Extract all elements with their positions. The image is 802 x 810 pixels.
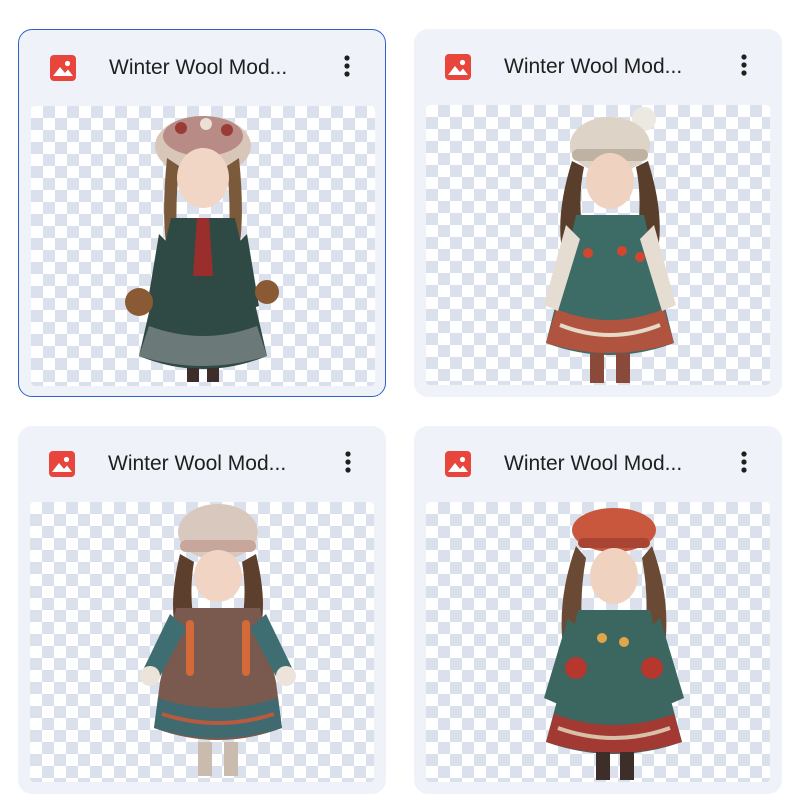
doll-figure [544, 107, 676, 383]
more-vert-icon [741, 54, 747, 76]
more-vert-icon [741, 451, 747, 473]
more-options-button[interactable] [330, 444, 366, 480]
file-card-header: Winter Wool Mod... [18, 426, 386, 502]
more-options-button[interactable] [329, 48, 365, 84]
image-file-icon [445, 451, 471, 477]
image-file-icon [49, 451, 75, 477]
image-file-icon [50, 55, 76, 81]
file-card[interactable]: Winter Wool Mod... [18, 426, 386, 794]
image-thumbnail[interactable] [426, 502, 770, 782]
file-card[interactable]: Winter Wool Mod... [414, 29, 782, 397]
file-card[interactable]: Winter Wool Mod... [414, 426, 782, 794]
image-thumbnail[interactable] [30, 502, 374, 782]
image-thumbnail[interactable] [31, 106, 375, 386]
file-grid: Winter Wool Mod... Winter Wool Mod... Wi… [0, 0, 802, 810]
file-title[interactable]: Winter Wool Mod... [504, 53, 714, 81]
doll-figure [544, 508, 684, 780]
image-thumbnail[interactable] [426, 105, 770, 385]
more-options-button[interactable] [726, 444, 762, 480]
more-vert-icon [345, 451, 351, 473]
file-card[interactable]: Winter Wool Mod... [18, 29, 386, 397]
file-card-header: Winter Wool Mod... [414, 29, 782, 105]
file-title[interactable]: Winter Wool Mod... [109, 54, 319, 82]
doll-figure [125, 116, 279, 382]
file-title[interactable]: Winter Wool Mod... [504, 450, 714, 478]
doll-figure [140, 504, 296, 776]
more-options-button[interactable] [726, 47, 762, 83]
more-vert-icon [344, 55, 350, 77]
file-card-header: Winter Wool Mod... [414, 426, 782, 502]
file-title[interactable]: Winter Wool Mod... [108, 450, 318, 478]
image-file-icon [445, 54, 471, 80]
file-card-header: Winter Wool Mod... [19, 30, 385, 106]
